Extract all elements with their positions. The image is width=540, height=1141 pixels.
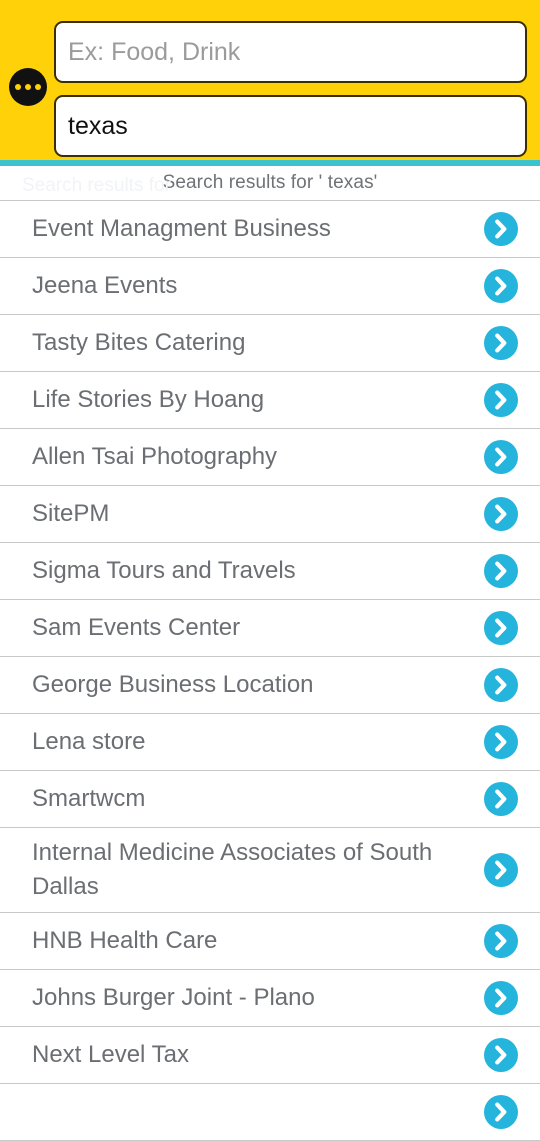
result-row[interactable]: Johns Burger Joint - Plano (0, 970, 540, 1027)
result-row-label: Sigma Tours and Travels (32, 557, 296, 584)
chevron-right-icon[interactable] (484, 383, 518, 417)
chevron-right-icon[interactable] (484, 611, 518, 645)
result-row-label: Johns Burger Joint - Plano (32, 984, 315, 1011)
overflow-dot-1 (15, 84, 21, 90)
result-row[interactable]: Event Managment Business (0, 201, 540, 258)
result-row[interactable]: Lena store (0, 714, 540, 771)
chevron-right-icon[interactable] (484, 554, 518, 588)
chevron-right-icon[interactable] (484, 212, 518, 246)
search-fields-group (54, 21, 527, 157)
result-row-label: George Business Location (32, 671, 314, 698)
result-row-label: Sam Events Center (32, 614, 241, 641)
chevron-right-icon[interactable] (484, 668, 518, 702)
result-row[interactable] (0, 1084, 540, 1141)
result-row-label: Event Managment Business (32, 215, 331, 242)
chevron-right-icon[interactable] (484, 1038, 518, 1072)
chevron-right-icon[interactable] (484, 782, 518, 816)
result-row[interactable]: Smartwcm (0, 771, 540, 828)
result-row-label: Smartwcm (32, 785, 146, 812)
result-row[interactable]: Tasty Bites Catering (0, 315, 540, 372)
result-row[interactable]: Life Stories By Hoang (0, 372, 540, 429)
result-row-label: Internal Medicine Associates of South Da… (32, 839, 433, 900)
result-row-label: Next Level Tax (32, 1041, 189, 1068)
result-row-label: Lena store (32, 728, 146, 755)
result-row[interactable]: SitePM (0, 486, 540, 543)
result-row[interactable]: Allen Tsai Photography (0, 429, 540, 486)
chevron-right-icon[interactable] (484, 497, 518, 531)
result-row[interactable]: Jeena Events (0, 258, 540, 315)
result-row-label: Allen Tsai Photography (32, 443, 278, 470)
chevron-right-icon[interactable] (484, 269, 518, 303)
result-row[interactable]: George Business Location (0, 657, 540, 714)
overflow-dot-2 (25, 84, 31, 90)
chevron-right-icon[interactable] (484, 725, 518, 759)
results-caption: Search results for ' texas' (0, 166, 540, 200)
result-row[interactable]: HNB Health Care (0, 913, 540, 970)
chevron-right-icon[interactable] (484, 440, 518, 474)
search-results-list: Event Managment Business Jeena Events Tast… (0, 200, 540, 1141)
chevron-right-icon[interactable] (484, 326, 518, 360)
result-row[interactable]: Sam Events Center (0, 600, 540, 657)
overflow-dot-3 (35, 84, 41, 90)
chevron-right-icon[interactable] (484, 924, 518, 958)
overflow-menu-button[interactable] (9, 68, 47, 106)
result-row[interactable]: Next Level Tax (0, 1027, 540, 1084)
result-row[interactable]: Sigma Tours and Travels (0, 543, 540, 600)
result-row[interactable]: Internal Medicine Associates of South Da… (0, 828, 540, 913)
search-input[interactable] (54, 95, 527, 157)
category-input[interactable] (54, 21, 527, 83)
result-row-label: Jeena Events (32, 272, 178, 299)
result-row-label: HNB Health Care (32, 927, 218, 954)
result-row-label: Life Stories By Hoang (32, 386, 265, 413)
chevron-right-icon[interactable] (484, 1095, 518, 1129)
chevron-right-icon[interactable] (484, 853, 518, 887)
result-row-label: SitePM (32, 500, 110, 527)
chevron-right-icon[interactable] (484, 981, 518, 1015)
result-row-label: Tasty Bites Catering (32, 329, 246, 356)
app-header (0, 0, 540, 160)
